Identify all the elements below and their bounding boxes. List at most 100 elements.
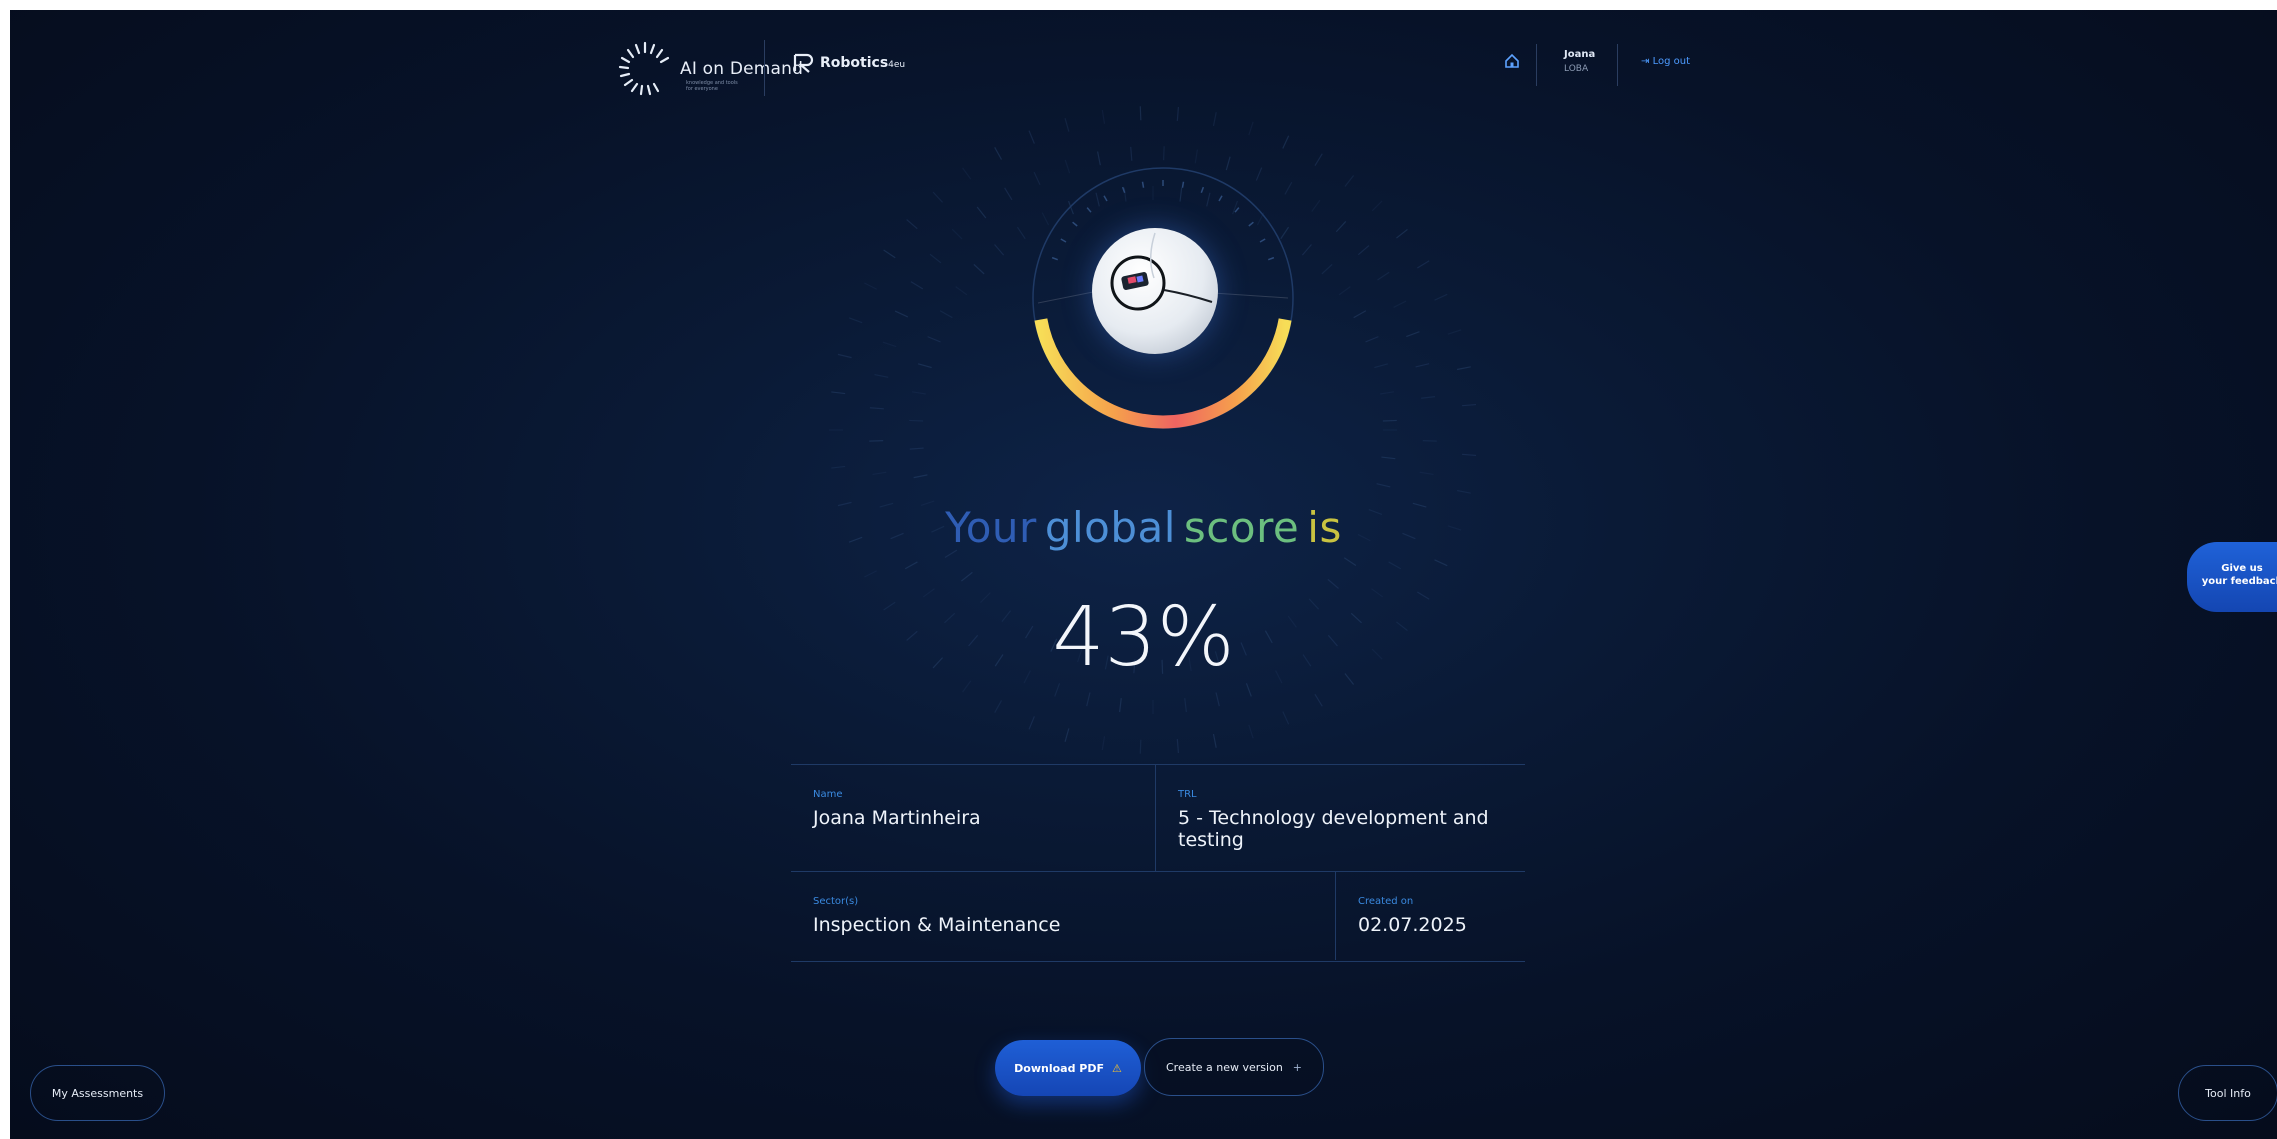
tool-info-button[interactable]: Tool Info bbox=[2178, 1065, 2277, 1121]
background-ray bbox=[939, 310, 953, 319]
background-ray bbox=[1282, 711, 1290, 725]
user-last-name: LOBA bbox=[1564, 64, 1589, 74]
background-ray bbox=[1456, 489, 1471, 494]
background-ray bbox=[1028, 716, 1035, 730]
logout-label: Log out bbox=[1652, 56, 1690, 67]
headline-word: score bbox=[1183, 503, 1300, 552]
gauge-tick bbox=[1181, 181, 1185, 188]
header-divider bbox=[764, 40, 765, 96]
gauge-tick bbox=[1259, 238, 1266, 243]
background-ray bbox=[1101, 109, 1106, 124]
background-ray bbox=[1406, 331, 1420, 338]
background-ray bbox=[1028, 130, 1035, 144]
background-ray bbox=[1054, 683, 1061, 697]
background-ray bbox=[1212, 112, 1217, 127]
user-first-name: Joana bbox=[1564, 49, 1596, 60]
feedback-tab[interactable]: Give us your feedback bbox=[2187, 542, 2277, 612]
background-ray bbox=[864, 282, 878, 290]
app-screen: AI on Demand knowledge and tools for eve… bbox=[10, 10, 2277, 1139]
background-ray bbox=[994, 147, 1003, 160]
background-ray bbox=[1245, 683, 1252, 697]
background-ray bbox=[1456, 366, 1471, 371]
sector-label: Sector(s) bbox=[813, 896, 859, 907]
header-divider bbox=[1536, 44, 1537, 86]
background-ray bbox=[910, 281, 924, 290]
global-score-value: 43% bbox=[1052, 590, 1235, 685]
my-assessments-button[interactable]: My Assessments bbox=[30, 1065, 165, 1121]
robotics-logo[interactable]: Robotics4eu bbox=[792, 52, 905, 74]
background-ray bbox=[1422, 440, 1437, 442]
background-ray bbox=[1176, 738, 1180, 754]
background-ray bbox=[1176, 106, 1180, 122]
background-ray bbox=[1421, 396, 1436, 399]
background-ray bbox=[906, 219, 918, 230]
plus-icon: + bbox=[1292, 1060, 1303, 1074]
gauge-tick bbox=[1121, 186, 1126, 194]
gauge-tick bbox=[1103, 195, 1108, 202]
robotics-logo-icon bbox=[793, 53, 814, 73]
logout-link[interactable]: ⇥ Log out bbox=[1641, 56, 1690, 67]
background-ray bbox=[1248, 121, 1254, 136]
created-label: Created on bbox=[1358, 896, 1414, 907]
background-ray bbox=[1064, 118, 1070, 132]
background-ray bbox=[1343, 557, 1357, 567]
background-ray bbox=[874, 374, 889, 378]
background-ray bbox=[951, 228, 963, 240]
feedback-line-2: your feedback bbox=[2201, 576, 2277, 587]
background-ray bbox=[904, 561, 918, 570]
background-ray bbox=[1419, 471, 1434, 476]
home-icon[interactable] bbox=[1503, 52, 1521, 70]
background-ray bbox=[1248, 724, 1254, 739]
robotics-logo-text: Robotics4eu bbox=[820, 55, 905, 71]
gauge-tick bbox=[1141, 181, 1145, 188]
info-row: Name Joana Martinheira TRL 5 - Technolog… bbox=[791, 765, 1525, 872]
robotics-logo-suffix: 4eu bbox=[888, 60, 906, 70]
score-headline: Your global score is bbox=[10, 503, 2277, 552]
background-ray bbox=[837, 353, 852, 359]
background-ray bbox=[1314, 694, 1323, 707]
background-ray bbox=[1434, 293, 1448, 301]
gauge-tick bbox=[1267, 256, 1275, 261]
background-ray bbox=[1380, 391, 1395, 395]
gauge-pointer-right bbox=[1212, 292, 1289, 299]
background-ray bbox=[1376, 483, 1391, 488]
name-label: Name bbox=[813, 789, 843, 800]
background-ray bbox=[869, 407, 884, 410]
background-ray bbox=[955, 286, 968, 296]
logout-icon: ⇥ bbox=[1641, 56, 1650, 67]
background-ray bbox=[1327, 578, 1339, 589]
robot-eye-icon bbox=[1110, 232, 1213, 311]
background-ray bbox=[929, 253, 942, 264]
background-ray bbox=[1353, 310, 1367, 319]
name-cell: Name Joana Martinheira bbox=[791, 765, 1156, 871]
download-pdf-button[interactable]: Download PDF ⚠ bbox=[995, 1040, 1141, 1096]
created-value: 02.07.2025 bbox=[1358, 914, 1467, 936]
background-ray bbox=[1321, 263, 1333, 275]
aiod-logo[interactable]: AI on Demand knowledge and tools for eve… bbox=[616, 40, 803, 98]
background-ray bbox=[909, 419, 924, 422]
name-value: Joana Martinheira bbox=[813, 807, 981, 829]
background-ray bbox=[1388, 561, 1402, 570]
headline-word: global bbox=[1044, 503, 1176, 552]
background-ray bbox=[872, 471, 887, 476]
background-ray bbox=[962, 167, 972, 180]
background-ray bbox=[994, 244, 1005, 256]
background-ray bbox=[1139, 739, 1142, 754]
create-new-version-label: Create a new version bbox=[1165, 1060, 1283, 1074]
gauge-tick bbox=[1072, 221, 1078, 227]
background-ray bbox=[894, 310, 909, 318]
assessment-info-table: Name Joana Martinheira TRL 5 - Technolog… bbox=[791, 764, 1525, 962]
background-ray bbox=[831, 465, 846, 469]
download-pdf-label: Download PDF bbox=[1014, 1061, 1104, 1075]
background-ray bbox=[1338, 286, 1351, 296]
background-ray bbox=[848, 317, 863, 324]
background-ray bbox=[864, 570, 878, 578]
background-ray bbox=[909, 447, 924, 450]
background-ray bbox=[1365, 336, 1379, 343]
headline-word: Your bbox=[945, 503, 1037, 552]
gauge-tick bbox=[1218, 195, 1223, 202]
background-ray bbox=[913, 474, 928, 479]
background-ray bbox=[1417, 260, 1430, 269]
create-new-version-button[interactable]: Create a new version + bbox=[1144, 1038, 1324, 1096]
background-ray bbox=[1101, 736, 1106, 751]
